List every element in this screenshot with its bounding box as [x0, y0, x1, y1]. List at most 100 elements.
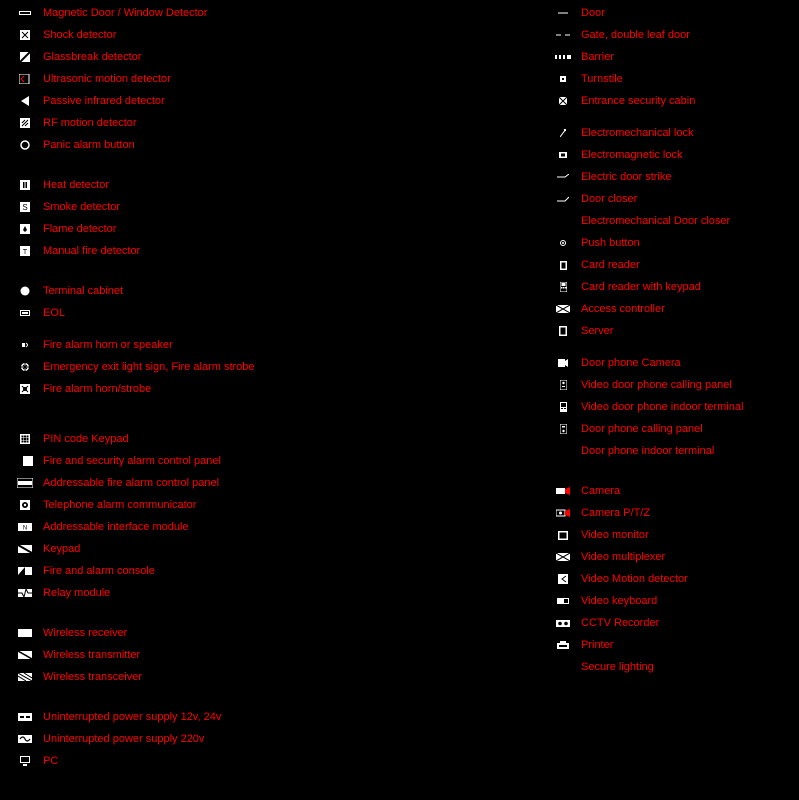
legend-label: Camera P/T/Z — [581, 502, 650, 524]
legend-row: Camera P/T/Z — [545, 502, 799, 524]
printer-icon — [545, 641, 581, 649]
ultrasonic-icon — [7, 74, 43, 84]
legend-label: Fire and alarm console — [43, 560, 155, 582]
legend-label: Manual fire detector — [43, 240, 140, 262]
rfmotion-icon — [7, 118, 43, 128]
legend-label: Addressable interface module — [43, 516, 189, 538]
door-icon — [545, 11, 581, 15]
camera-icon — [545, 487, 581, 495]
dpcall-icon — [545, 424, 581, 434]
maglock-icon — [545, 152, 581, 158]
legend-label: PC — [43, 750, 58, 772]
legend-label: Video Motion detector — [581, 568, 688, 590]
legend-row: Fire and security alarm control panel — [7, 450, 545, 472]
legend-label: Camera — [581, 480, 620, 502]
legend-row: Video keyboard — [545, 590, 799, 612]
cctvrec-icon — [545, 620, 581, 627]
legend-row: Server — [545, 320, 799, 342]
legend-label: Fire and security alarm control panel — [43, 450, 221, 472]
legend-label: Terminal cabinet — [43, 280, 123, 302]
legend-row: Heat detector — [7, 174, 545, 196]
lighting-icon — [545, 665, 581, 669]
legend-label: Wireless receiver — [43, 622, 127, 644]
turnstile-icon — [545, 76, 581, 82]
legend-row: Addressable fire alarm control panel — [7, 472, 545, 494]
legend-row: Barrier — [545, 46, 799, 68]
legend-row: Push button — [545, 232, 799, 254]
legend-row: Panic alarm button — [7, 134, 545, 156]
legend-label: Door phone calling panel — [581, 418, 703, 440]
legend-label: EOL — [43, 302, 65, 324]
legend-row: Video door phone calling panel — [545, 374, 799, 396]
legend-label: Video door phone calling panel — [581, 374, 732, 396]
legend-row: Wireless transmitter — [7, 644, 545, 666]
cardreaderkp-icon — [545, 282, 581, 292]
legend-label: Video door phone indoor terminal — [581, 396, 743, 418]
strike-icon — [545, 174, 581, 180]
legend-label: Door — [581, 2, 605, 24]
legend-row: Fire alarm horn or speaker — [7, 334, 545, 356]
legend-row: Fire alarm horn/strobe — [7, 378, 545, 400]
emlock-icon — [545, 129, 581, 137]
legend-label: Door closer — [581, 188, 637, 210]
legend-row: Passive infrared detector — [7, 90, 545, 112]
legend-row: Wireless receiver — [7, 622, 545, 644]
eol-icon — [7, 309, 43, 317]
magneticdoor-icon — [7, 9, 43, 17]
firesec-icon — [7, 456, 43, 466]
legend-label: CCTV Recorder — [581, 612, 659, 634]
wltx-icon — [7, 651, 43, 659]
legend-label: Printer — [581, 634, 613, 656]
legend-label: Wireless transmitter — [43, 644, 140, 666]
legend-label: Secure lighting — [581, 656, 654, 678]
legend-label: Card reader — [581, 254, 640, 276]
legend-row: Telephone alarm communicator — [7, 494, 545, 516]
wlrx-icon — [7, 629, 43, 637]
heat-icon — [7, 180, 43, 190]
left-column: Magnetic Door / Window DetectorShock det… — [0, 0, 545, 800]
vdpterm-icon — [545, 402, 581, 412]
smoke-icon: S — [7, 202, 43, 212]
legend-row: EOL — [7, 302, 545, 324]
legend-row: Access controller — [545, 298, 799, 320]
legend-label: Electromechanical lock — [581, 122, 694, 144]
legend-label: Magnetic Door / Window Detector — [43, 2, 207, 24]
legend-row: CCTV Recorder — [545, 612, 799, 634]
legend-row: Secure lighting — [545, 656, 799, 678]
cardreader-icon — [545, 261, 581, 270]
server-icon — [545, 326, 581, 336]
legend-row: Electromechanical lock — [545, 122, 799, 144]
legend-label: Addressable fire alarm control panel — [43, 472, 219, 494]
legend-label: Fire alarm horn/strobe — [43, 378, 151, 400]
legend-label: Video monitor — [581, 524, 649, 546]
legend-label: Relay module — [43, 582, 110, 604]
legend-row: Terminal cabinet — [7, 280, 545, 302]
legend-row: Video door phone indoor terminal — [545, 396, 799, 418]
horn-icon — [7, 340, 43, 350]
strobe-icon — [7, 362, 43, 372]
relay-icon — [7, 589, 43, 597]
legend-label: Electric door strike — [581, 166, 671, 188]
legend-label: Panic alarm button — [43, 134, 135, 156]
legend-row: NAddressable interface module — [7, 516, 545, 538]
hornstrobe-icon — [7, 384, 43, 394]
pinkeypad-icon — [7, 434, 43, 444]
legend-label: Door phone Camera — [581, 352, 681, 374]
legend-label: RF motion detector — [43, 112, 137, 134]
legend-row: TManual fire detector — [7, 240, 545, 262]
legend-row: Printer — [545, 634, 799, 656]
manualfire-icon: T — [7, 246, 43, 256]
legend-label: Entrance security cabin — [581, 90, 695, 112]
vmonitor-icon — [545, 531, 581, 540]
legend-row: Flame detector — [7, 218, 545, 240]
barrier-icon — [545, 54, 581, 60]
legend-row: Video Motion detector — [545, 568, 799, 590]
legend-label: Video keyboard — [581, 590, 657, 612]
legend-row: Video multiplexer — [545, 546, 799, 568]
legend-label: Card reader with keypad — [581, 276, 701, 298]
ups220-icon — [7, 735, 43, 743]
legend-label: Barrier — [581, 46, 614, 68]
legend-row: RF motion detector — [7, 112, 545, 134]
wltrx-icon — [7, 673, 43, 681]
emcloser-icon — [545, 219, 581, 223]
